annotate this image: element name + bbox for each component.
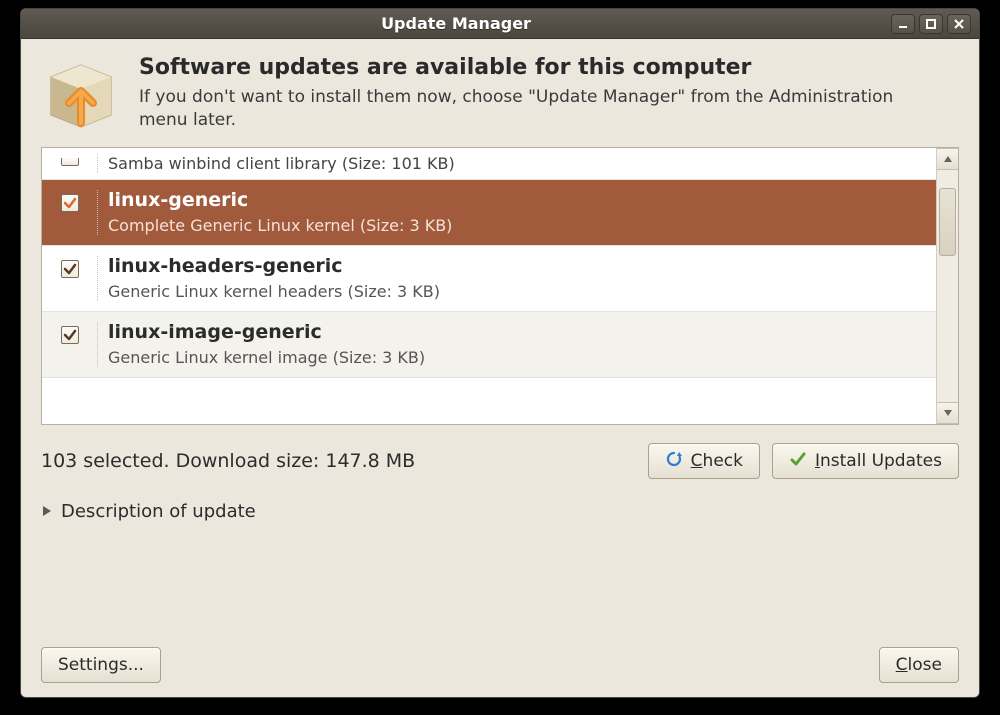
checkbox-column [42, 256, 98, 301]
expander-label: Description of update [61, 501, 256, 522]
minimize-button[interactable] [891, 14, 915, 34]
close-button-label: Close [896, 655, 942, 675]
scrollbar[interactable] [936, 148, 958, 424]
bottom-row: Settings... Close [41, 637, 959, 683]
update-checkbox[interactable] [61, 260, 79, 278]
update-row[interactable]: linux-image-generic Generic Linux kernel… [42, 312, 936, 378]
checkbox-column [42, 322, 98, 367]
status-text: 103 selected. Download size: 147.8 MB [41, 450, 636, 472]
description-expander[interactable]: Description of update [41, 501, 256, 522]
check-button-label: Check [691, 451, 743, 471]
headline: Software updates are available for this … [139, 55, 899, 80]
updates-list-frame: Samba winbind client library (Size: 101 … [41, 147, 959, 425]
package-info: linux-headers-generic Generic Linux kern… [108, 256, 928, 301]
scrollbar-thumb[interactable] [939, 188, 956, 256]
status-row: 103 selected. Download size: 147.8 MB Ch… [41, 443, 959, 479]
package-description: Complete Generic Linux kernel (Size: 3 K… [108, 216, 928, 235]
window-controls [891, 14, 973, 34]
package-info: linux-image-generic Generic Linux kernel… [108, 322, 928, 367]
scrollbar-track[interactable] [937, 170, 958, 402]
scroll-up-button[interactable] [937, 148, 958, 170]
updates-list[interactable]: Samba winbind client library (Size: 101 … [42, 148, 936, 424]
update-checkbox[interactable] [61, 158, 79, 166]
scroll-down-button[interactable] [937, 402, 958, 424]
update-checkbox[interactable] [61, 194, 79, 212]
install-button-label: Install Updates [815, 451, 942, 471]
package-info: linux-generic Complete Generic Linux ker… [108, 190, 928, 235]
package-description: Samba winbind client library (Size: 101 … [108, 154, 928, 173]
package-name: linux-generic [108, 190, 928, 212]
install-updates-button[interactable]: Install Updates [772, 443, 959, 479]
header: Software updates are available for this … [41, 53, 959, 133]
close-window-button[interactable] [947, 14, 971, 34]
settings-button-label: Settings... [58, 655, 144, 675]
expander-arrow-icon [41, 501, 53, 522]
titlebar[interactable]: Update Manager [21, 9, 979, 39]
apply-icon [789, 450, 807, 473]
software-update-icon [41, 53, 121, 133]
package-name: linux-image-generic [108, 322, 928, 344]
update-manager-window: Update Manager [20, 8, 980, 698]
close-button[interactable]: Close [879, 647, 959, 683]
check-button[interactable]: Check [648, 443, 760, 479]
update-row[interactable]: linux-headers-generic Generic Linux kern… [42, 246, 936, 312]
subheadline: If you don't want to install them now, c… [139, 86, 899, 132]
settings-button[interactable]: Settings... [41, 647, 161, 683]
header-text: Software updates are available for this … [139, 53, 899, 132]
checkbox-column [42, 154, 98, 173]
refresh-icon [665, 450, 683, 473]
update-checkbox[interactable] [61, 326, 79, 344]
window-title: Update Manager [21, 14, 891, 33]
package-info: Samba winbind client library (Size: 101 … [108, 154, 928, 173]
package-description: Generic Linux kernel image (Size: 3 KB) [108, 348, 928, 367]
maximize-button[interactable] [919, 14, 943, 34]
update-row[interactable]: linux-generic Complete Generic Linux ker… [42, 180, 936, 246]
checkbox-column [42, 190, 98, 235]
package-name: linux-headers-generic [108, 256, 928, 278]
update-row[interactable]: Samba winbind client library (Size: 101 … [42, 148, 936, 180]
package-description: Generic Linux kernel headers (Size: 3 KB… [108, 282, 928, 301]
client-area: Software updates are available for this … [21, 39, 979, 697]
